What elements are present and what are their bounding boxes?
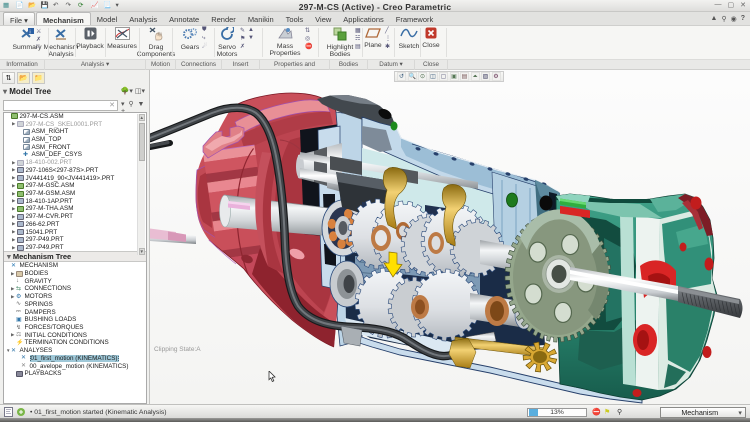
svg-text:i: i: [30, 30, 31, 36]
